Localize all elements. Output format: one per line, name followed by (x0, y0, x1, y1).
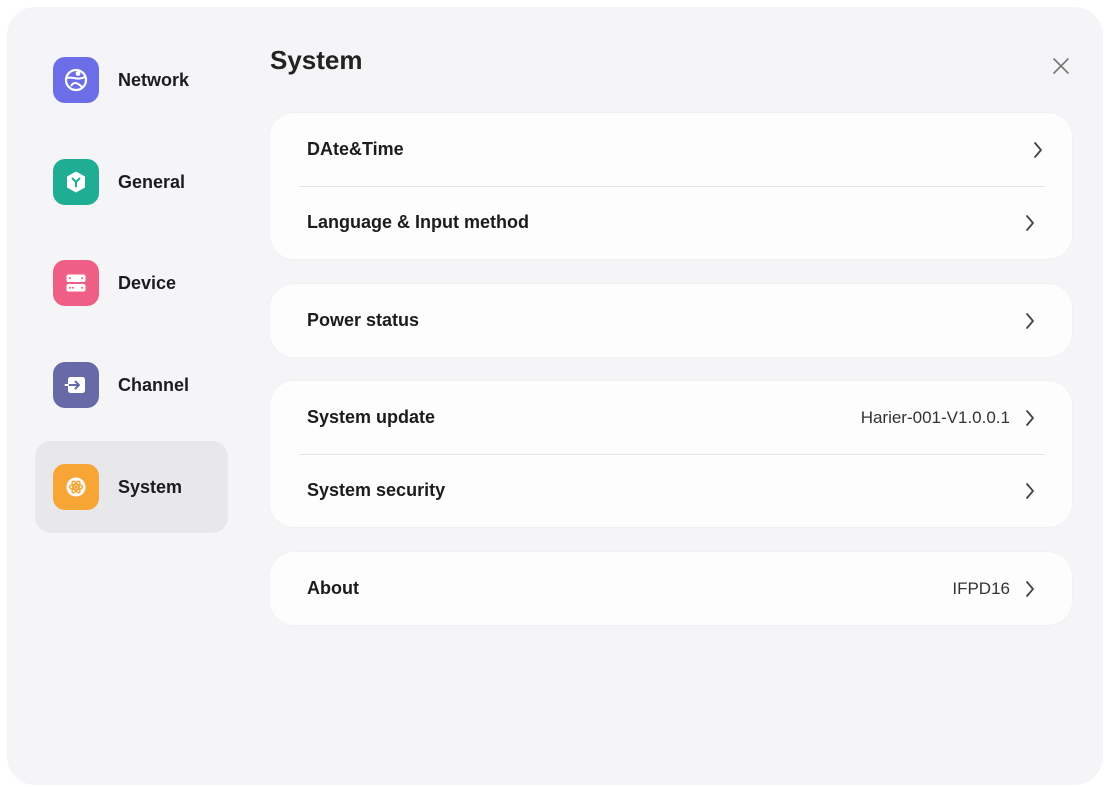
close-button[interactable] (1047, 52, 1075, 80)
datetime-label: DAte&Time (307, 139, 404, 159)
sidebar-item-label: Device (118, 272, 177, 293)
sidebar-item-network[interactable]: Network (35, 34, 228, 126)
power-card: Power status (270, 284, 1072, 357)
system-update-label: System update (307, 407, 436, 427)
firmware-version: Harier-001-V1.0.0.1 (860, 407, 1010, 427)
update-security-card: System update Harier-001-V1.0.0.1 System… (270, 381, 1072, 527)
chevron-right-icon (1024, 408, 1036, 428)
about-row[interactable]: About IFPD16 (270, 552, 1072, 625)
system-icon (53, 464, 99, 510)
system-update-row[interactable]: System update Harier-001-V1.0.0.1 (270, 381, 1072, 454)
system-security-label: System security (307, 480, 446, 500)
chevron-right-icon (1024, 579, 1036, 599)
about-label: About (307, 578, 359, 598)
page-title: System (270, 45, 363, 75)
general-icon (53, 159, 99, 205)
chevron-right-icon (1024, 481, 1036, 501)
power-status-row[interactable]: Power status (270, 284, 1072, 357)
power-status-label: Power status (307, 310, 420, 330)
settings-window: Network General Device Channel System Sy… (7, 7, 1103, 785)
datetime-row[interactable]: DAte&Time (270, 113, 1072, 186)
sidebar-item-label: Network (118, 69, 190, 90)
network-icon (53, 57, 99, 103)
sidebar-item-general[interactable]: General (35, 136, 228, 228)
sidebar-item-system[interactable]: System (35, 441, 228, 533)
system-security-row[interactable]: System security (270, 454, 1072, 527)
datetime-language-card: DAte&Time Language & Input method (270, 113, 1072, 259)
channel-icon (53, 362, 99, 408)
chevron-right-icon (1024, 213, 1036, 233)
about-card: About IFPD16 (270, 552, 1072, 625)
model-name: IFPD16 (952, 578, 1010, 598)
sidebar-item-label: System (118, 476, 183, 497)
language-label: Language & Input method (307, 212, 529, 232)
chevron-right-icon (1024, 311, 1036, 331)
language-row[interactable]: Language & Input method (270, 186, 1072, 259)
device-icon (53, 260, 99, 306)
sidebar-item-channel[interactable]: Channel (35, 339, 228, 431)
close-icon (1053, 58, 1069, 74)
sidebar: Network General Device Channel System (7, 7, 247, 785)
chevron-right-icon (1032, 140, 1044, 160)
sidebar-item-label: Channel (118, 374, 190, 395)
sidebar-item-label: General (118, 171, 186, 192)
sidebar-item-device[interactable]: Device (35, 237, 228, 329)
